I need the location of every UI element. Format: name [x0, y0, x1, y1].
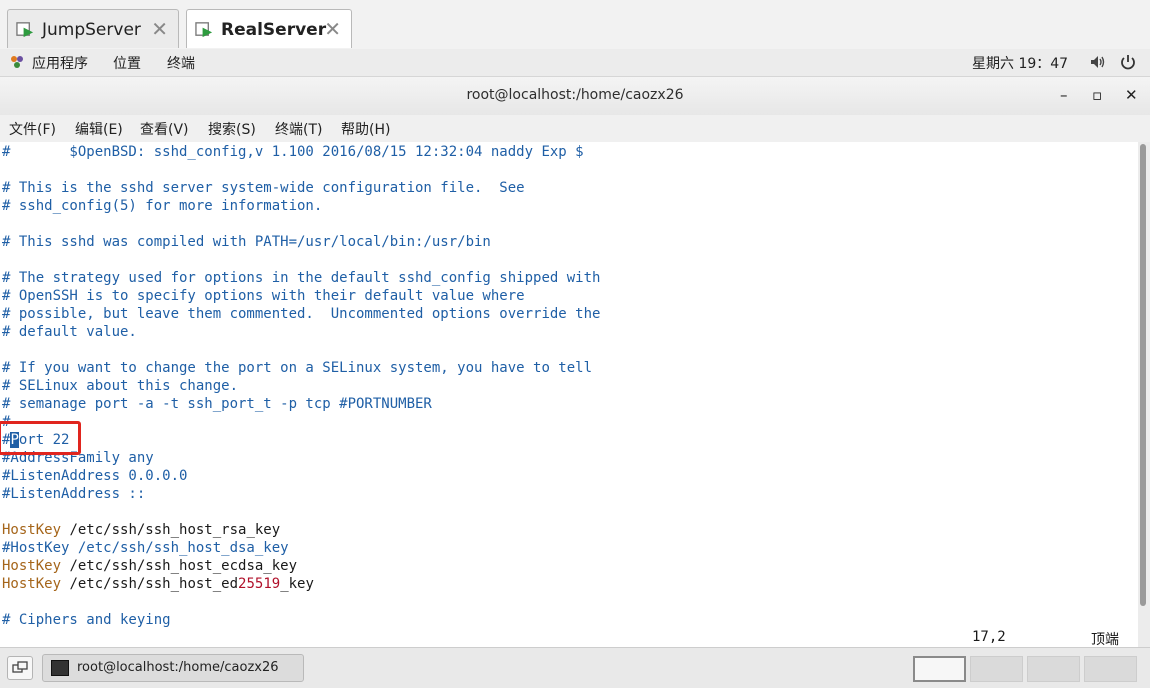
line-8: # The strategy used for options in the d…: [2, 270, 601, 286]
show-desktop-icon[interactable]: [7, 656, 33, 680]
line-15: # semanage port -a -t ssh_port_t -p tcp …: [2, 396, 432, 412]
gnome-top-bar: 应用程序 位置 终端 星期六 19：47: [0, 49, 1150, 77]
taskbar-terminal-task[interactable]: root@localhost:/home/caozx26: [42, 654, 304, 682]
menu-terminal-menu[interactable]: 终端(T): [275, 119, 322, 139]
scroll-position: 顶端: [1091, 632, 1119, 648]
tab-realserver[interactable]: RealServer ✕: [186, 9, 352, 48]
line-20: #ListenAddress ::: [2, 486, 146, 502]
menu-view[interactable]: 查看(V): [140, 119, 189, 139]
line-9: # OpenSSH is to specify options with the…: [2, 288, 525, 304]
line-19: #ListenAddress 0.0.0.0: [2, 468, 188, 484]
close-button[interactable]: ✕: [1125, 86, 1138, 104]
close-icon[interactable]: ✕: [324, 17, 341, 41]
terminal-scrollbar[interactable]: [1138, 142, 1150, 647]
line-10: # possible, but leave them commented. Un…: [2, 306, 601, 322]
minimize-button[interactable]: –: [1060, 86, 1068, 104]
power-icon[interactable]: [1119, 53, 1137, 71]
apps-icon[interactable]: [8, 53, 26, 71]
menu-edit[interactable]: 编辑(E): [75, 119, 123, 139]
session-tab-bar: JumpServer ✕ RealServer ✕: [0, 0, 1150, 50]
cursor-position: 17,2: [972, 629, 1006, 645]
line-14: # SELinux about this change.: [2, 378, 239, 394]
menu-file[interactable]: 文件(F): [9, 119, 56, 139]
task-label: root@localhost:/home/caozx26: [77, 660, 279, 675]
close-icon[interactable]: ✕: [151, 17, 168, 41]
line-4: # sshd_config(5) for more information.: [2, 198, 323, 214]
maximize-button[interactable]: ▫: [1092, 86, 1102, 104]
tab-jumpserver[interactable]: JumpServer ✕: [7, 9, 179, 48]
scrollbar-thumb[interactable]: [1140, 144, 1146, 606]
line-1: # $OpenBSD: sshd_config,v 1.100 2016/08/…: [2, 144, 584, 160]
workspace-1[interactable]: [913, 656, 966, 682]
line-22: HostKey /etc/ssh/ssh_host_rsa_key: [2, 522, 281, 538]
tab-label: JumpServer: [42, 20, 141, 40]
window-titlebar: root@localhost:/home/caozx26 – ▫ ✕: [0, 77, 1150, 116]
workspace-4[interactable]: [1084, 656, 1137, 682]
menu-help[interactable]: 帮助(H): [341, 119, 390, 139]
line-11: # default value.: [2, 324, 137, 340]
line-24: HostKey /etc/ssh/ssh_host_ecdsa_key: [2, 558, 298, 574]
line-23: #HostKey /etc/ssh/ssh_host_dsa_key: [2, 540, 289, 556]
window-title: root@localhost:/home/caozx26: [466, 87, 684, 103]
line-3: # This is the sshd server system-wide co…: [2, 180, 525, 196]
menu-terminal[interactable]: 终端: [167, 53, 195, 73]
volume-icon[interactable]: [1089, 53, 1107, 71]
tab-label: RealServer: [221, 20, 327, 40]
line-27: # Ciphers and keying: [2, 612, 171, 628]
terminal-content[interactable]: # $OpenBSD: sshd_config,v 1.100 2016/08/…: [0, 142, 1138, 648]
line-6: # This sshd was compiled with PATH=/usr/…: [2, 234, 491, 250]
line-13: # If you want to change the port on a SE…: [2, 360, 593, 376]
remote-session-icon: [195, 22, 213, 38]
clock[interactable]: 星期六 19：47: [972, 53, 1068, 73]
terminal-icon: [51, 660, 69, 676]
workspace-3[interactable]: [1027, 656, 1080, 682]
highlight-box: [0, 421, 81, 455]
workspace-2[interactable]: [970, 656, 1023, 682]
line-25: HostKey /etc/ssh/ssh_host_ed25519_key: [2, 576, 314, 592]
bottom-taskbar: root@localhost:/home/caozx26: [0, 647, 1150, 688]
menu-places[interactable]: 位置: [113, 53, 141, 73]
menu-applications[interactable]: 应用程序: [32, 53, 88, 73]
menu-search[interactable]: 搜索(S): [208, 119, 256, 139]
remote-session-icon: [16, 22, 34, 38]
terminal-menubar: 文件(F) 编辑(E) 查看(V) 搜索(S) 终端(T) 帮助(H): [0, 115, 1150, 143]
